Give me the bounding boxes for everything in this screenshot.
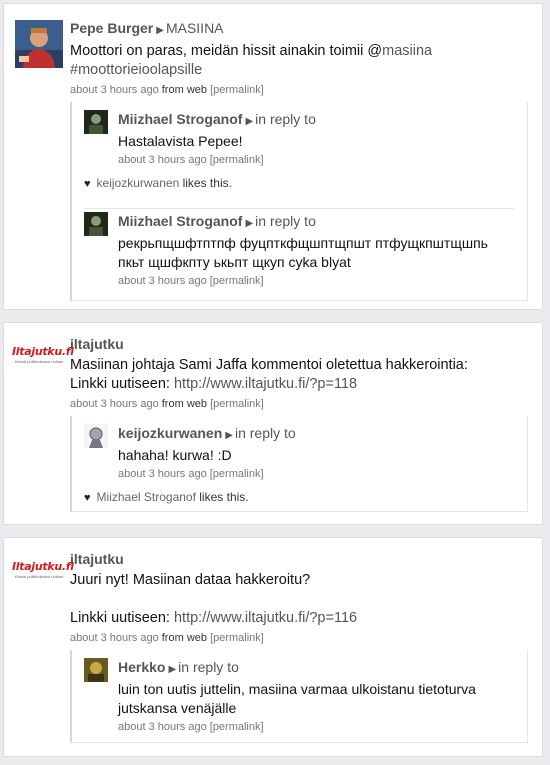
mention-link[interactable]: masiina [382, 43, 432, 59]
permalink[interactable]: [permalink] [210, 275, 264, 287]
timestamp[interactable]: about 3 hours ago [118, 721, 207, 733]
avatar[interactable] [15, 20, 63, 68]
arrow-right-icon: ▶ [168, 664, 177, 675]
permalink[interactable]: [permalink] [210, 154, 264, 166]
replies-container: keijozkurwanen ▶ in reply to hahaha! kurwa… [70, 416, 528, 512]
liker-name[interactable]: keijozkurwanen [97, 176, 180, 190]
timestamp[interactable]: about 3 hours ago [70, 84, 159, 96]
arrow-right-icon: ▶ [156, 25, 164, 36]
post-meta: about 3 hours ago from web [permalink] [70, 632, 264, 644]
likes-line: ♥ keijozkurwanen likes this. [84, 176, 232, 190]
post-meta: about 3 hours ago from web [permalink] [70, 398, 264, 410]
author-name[interactable]: iltajutku [70, 336, 124, 352]
timestamp[interactable]: about 3 hours ago [70, 632, 159, 644]
post-text: Moottori on paras, meidän hissit ainakin… [70, 43, 433, 78]
reply: Miizhael Stroganof ▶ in reply to рекрьпщшф… [84, 208, 514, 287]
target-group[interactable]: MASIINA [166, 20, 224, 36]
post-text: Juuri nyt! Masiinan dataa hakkeroitu? Li… [70, 572, 358, 626]
arrow-right-icon: ▶ [225, 430, 233, 441]
author-name[interactable]: Miizhael Stroganof [118, 111, 242, 127]
post-card: Iltajutku.fi Kärsiä politiikoitanut uuti… [3, 537, 543, 757]
timestamp[interactable]: about 3 hours ago [118, 154, 207, 166]
news-link[interactable]: http://www.iltajutku.fi/?p=118 [174, 376, 357, 392]
activity-feed: Pepe Burger ▶ MASIINA Moottori on paras, m… [0, 0, 550, 765]
post-text: Masiinan johtaja Sami Jaffa kommentoi ol… [70, 357, 468, 392]
source: web [186, 84, 207, 96]
replies-container: Miizhael Stroganof ▶ in reply to Hastalavi… [70, 102, 528, 301]
reply-meta: about 3 hours ago [permalink] [118, 274, 518, 289]
post-meta: about 3 hours ago from web [permalink] [70, 84, 264, 96]
permalink[interactable]: [permalink] [210, 398, 264, 410]
likes-line: ♥ Miizhael Stroganof likes this. [84, 490, 249, 504]
source: web [186, 632, 207, 644]
avatar[interactable] [84, 658, 108, 682]
post-card: Iltajutku.fi Kärsiä politiikoitanut uuti… [3, 322, 543, 525]
timestamp[interactable]: about 3 hours ago [118, 275, 207, 287]
arrow-right-icon: ▶ [245, 218, 254, 229]
timestamp[interactable]: about 3 hours ago [70, 398, 159, 410]
permalink[interactable]: [permalink] [210, 632, 264, 644]
reply-text: hahaha! kurwa! :D [118, 447, 232, 463]
heart-icon: ♥ [84, 492, 91, 504]
avatar[interactable] [84, 424, 108, 448]
hashtag-link[interactable]: #moottorieioolapsille [70, 62, 202, 78]
iltajutku-logo[interactable]: Iltajutku.fi Kärsiä politiikoitanut uuti… [12, 560, 74, 600]
arrow-right-icon: ▶ [245, 116, 254, 127]
reply-meta: about 3 hours ago [permalink] [118, 720, 518, 735]
avatar[interactable] [84, 110, 108, 134]
iltajutku-logo[interactable]: Iltajutku.fi Kärsiä politiikoitanut uuti… [12, 345, 74, 385]
post-card: Pepe Burger ▶ MASIINA Moottori on paras, m… [3, 3, 543, 310]
reply-text: Hastalavista Pepee! [118, 133, 243, 149]
reply-meta: about 3 hours ago [permalink] [118, 153, 518, 168]
avatar[interactable] [84, 212, 108, 236]
author-name[interactable]: iltajutku [70, 551, 124, 567]
permalink[interactable]: [permalink] [210, 468, 264, 480]
permalink[interactable]: [permalink] [210, 721, 264, 733]
liker-name[interactable]: Miizhael Stroganof [97, 490, 196, 504]
author-name[interactable]: Herkko [118, 659, 165, 675]
reply-text: luin ton uutis juttelin, masiina varmaa … [118, 681, 476, 716]
timestamp[interactable]: about 3 hours ago [118, 468, 207, 480]
author-name[interactable]: Miizhael Stroganof [118, 213, 242, 229]
heart-icon: ♥ [84, 178, 91, 190]
reply-text: рекрьпщшфтптпф фуцпткфщшптщпшт птфущкпшт… [118, 235, 488, 270]
author-name[interactable]: Pepe Burger [70, 20, 153, 36]
author-name[interactable]: keijozkurwanen [118, 425, 222, 441]
source: web [186, 398, 207, 410]
reply-meta: about 3 hours ago [permalink] [118, 467, 518, 482]
replies-container: Herkko ▶ in reply to luin ton uutis juttel… [70, 650, 528, 743]
permalink[interactable]: [permalink] [210, 84, 264, 96]
news-link[interactable]: http://www.iltajutku.fi/?p=116 [174, 610, 357, 626]
